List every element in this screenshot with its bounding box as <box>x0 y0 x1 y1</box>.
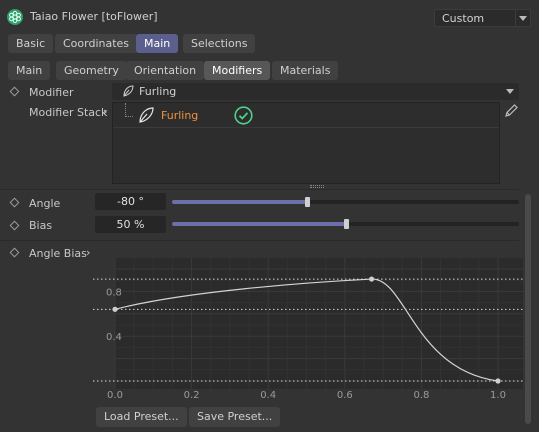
x-tick-label: 0.2 <box>184 390 200 401</box>
section-divider <box>0 189 519 190</box>
list-item[interactable]: Furling <box>113 103 499 128</box>
keyframe-diamond-icon[interactable] <box>9 86 20 97</box>
tab-coordinates[interactable]: Coordinates <box>55 34 138 53</box>
angle-bias-spline-graph[interactable]: 0.8 0.4 0.0 0.2 0.4 0.6 0.8 1.0 <box>93 258 523 401</box>
angle-input[interactable]: -80 ° <box>95 193 166 210</box>
tab-selections[interactable]: Selections <box>183 34 256 53</box>
load-preset-button[interactable]: Load Preset... <box>96 407 187 427</box>
x-tick-label: 0.0 <box>107 390 123 401</box>
chevron-down-icon <box>506 89 514 94</box>
bias-slider[interactable] <box>172 219 519 229</box>
bias-slider-handle[interactable] <box>343 219 349 229</box>
taiao-flower-icon <box>7 9 23 25</box>
spline-canvas[interactable]: 0.8 0.4 0.0 0.2 0.4 0.6 0.8 1.0 <box>93 258 523 401</box>
spline-knot[interactable] <box>112 306 118 312</box>
angle-slider-handle[interactable] <box>305 197 311 207</box>
dropdown-separator <box>515 10 516 26</box>
edit-pencil-icon[interactable] <box>503 103 519 122</box>
leaf-icon <box>138 107 154 126</box>
spline-knot[interactable] <box>369 276 375 282</box>
angle-bias-label: Angle Bias <box>29 247 87 260</box>
x-tick-label: 1.0 <box>490 390 506 401</box>
leaf-icon <box>122 85 134 100</box>
subtab-geometry[interactable]: Geometry <box>56 61 127 80</box>
angle-slider[interactable] <box>172 197 519 207</box>
tree-connector <box>125 103 133 117</box>
check-circle-icon[interactable] <box>234 106 253 128</box>
keyframe-diamond-icon[interactable] <box>9 247 20 258</box>
bias-label: Bias <box>29 219 53 232</box>
subtab-modifiers[interactable]: Modifiers <box>204 61 271 80</box>
x-tick-label: 0.8 <box>413 390 429 401</box>
x-tick-label: 0.6 <box>337 390 353 401</box>
save-preset-button[interactable]: Save Preset... <box>189 407 281 427</box>
subtab-materials[interactable]: Materials <box>272 61 339 80</box>
resize-grip[interactable] <box>310 185 324 188</box>
spline-knot[interactable] <box>495 378 501 384</box>
y-tick-label: 0.4 <box>106 332 122 343</box>
layout-dropdown[interactable]: Custom <box>434 9 531 27</box>
stack-item-name: Furling <box>161 109 199 122</box>
angle-slider-fill <box>172 200 308 204</box>
subtab-main[interactable]: Main <box>8 61 51 80</box>
modifier-stack-label: Modifier Stack <box>29 106 108 119</box>
tab-basic[interactable]: Basic <box>8 34 54 53</box>
modifier-dropdown[interactable]: Furling <box>112 83 519 100</box>
angle-label: Angle <box>29 197 61 210</box>
bias-input[interactable]: 50 % <box>95 216 166 233</box>
object-title: Taiao Flower [toFlower] <box>30 10 158 23</box>
modifier-stack-list[interactable]: Furling <box>112 102 500 184</box>
modifier-value: Furling <box>139 85 177 98</box>
vertical-scrollbar[interactable] <box>525 194 531 424</box>
subtab-orientation[interactable]: Orientation <box>126 61 205 80</box>
chevron-right-icon[interactable]: › <box>86 246 90 259</box>
attribute-header: Taiao Flower [toFlower] Custom <box>0 0 539 33</box>
x-tick-label: 0.4 <box>260 390 276 401</box>
layout-dropdown-value: Custom <box>442 12 485 25</box>
y-tick-label: 0.8 <box>106 287 122 298</box>
modifier-label: Modifier <box>29 86 74 99</box>
keyframe-diamond-icon[interactable] <box>9 220 20 231</box>
keyframe-diamond-icon[interactable] <box>9 197 20 208</box>
section-divider <box>0 240 519 241</box>
bias-slider-fill <box>172 222 346 226</box>
chevron-right-icon[interactable]: › <box>103 105 107 118</box>
tab-main[interactable]: Main <box>136 34 179 53</box>
chevron-down-icon <box>519 16 527 21</box>
